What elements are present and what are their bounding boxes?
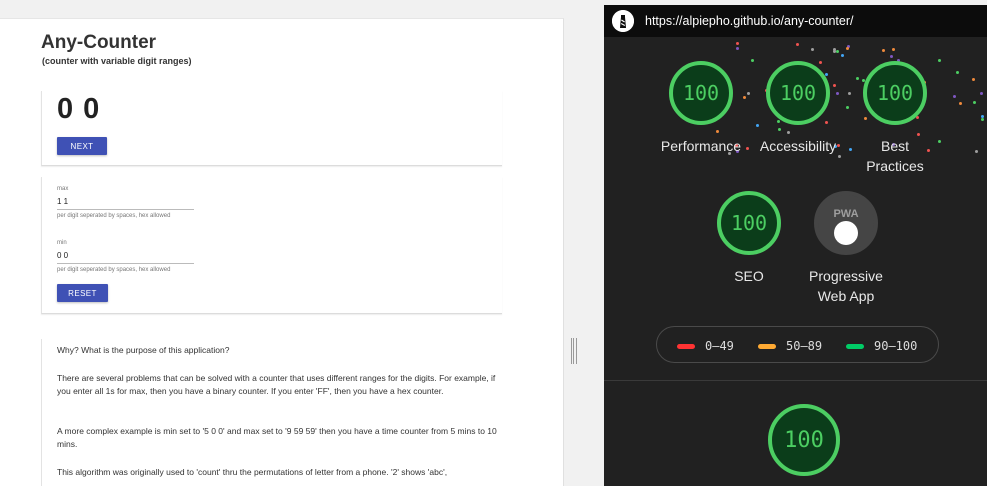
explanation-card: Why? What is the purpose of this applica… — [41, 339, 502, 486]
max-field-help: per digit seperated by spaces, hex allow… — [57, 213, 171, 219]
legend-fail-range: 0–49 — [705, 339, 734, 353]
paragraph: There are several problems that can be s… — [57, 373, 496, 396]
confetti-dot — [786, 130, 790, 134]
app-title: Any-Counter — [41, 32, 157, 53]
pane-resize-handle[interactable] — [571, 338, 577, 364]
url-bar: https://alpiepho.github.io/any-counter/ — [604, 5, 987, 37]
best-practices-label: Best Practices — [840, 136, 950, 176]
confetti-dot — [846, 106, 850, 110]
accessibility-label: Accessibility — [759, 138, 837, 154]
best-practices-gauge[interactable]: 100 — [863, 61, 927, 125]
max-field-underline — [57, 209, 194, 210]
min-field-label: min — [57, 240, 67, 246]
app-pane: Any-Counter (counter with variable digit… — [0, 18, 564, 486]
pwa-badge[interactable]: PWA — [814, 191, 878, 255]
max-field[interactable]: 1 1 — [57, 197, 68, 206]
range-form-card: max 1 1 per digit seperated by spaces, h… — [41, 177, 502, 314]
min-field-help: per digit seperated by spaces, hex allow… — [57, 267, 171, 273]
counter-value: 0 0 — [57, 93, 101, 125]
confetti-dot — [882, 49, 886, 53]
confetti-dot — [891, 48, 895, 52]
confetti-dot — [845, 46, 849, 50]
confetti-dot — [819, 61, 823, 65]
confetti-dot — [835, 49, 839, 53]
confetti-dot — [863, 117, 867, 121]
legend-average-range: 50–89 — [786, 339, 823, 353]
legend-fail-swatch — [677, 344, 695, 349]
confetti-dot — [835, 91, 839, 95]
app-subtitle: (counter with variable digit ranges) — [42, 56, 192, 66]
confetti-dot — [856, 76, 860, 80]
confetti-dot — [716, 129, 720, 133]
confetti-dot — [980, 92, 984, 96]
accessibility-gauge[interactable]: 100 — [766, 61, 830, 125]
confetti-dot — [832, 84, 836, 88]
reset-button[interactable]: RESET — [57, 284, 108, 302]
min-field[interactable]: 0 0 — [57, 251, 68, 260]
confetti-dot — [958, 102, 962, 106]
performance-label: Performance — [660, 138, 742, 154]
confetti-dot — [847, 91, 851, 95]
lighthouse-icon — [612, 10, 634, 32]
lighthouse-pane: https://alpiepho.github.io/any-counter/ … — [604, 5, 987, 486]
section-divider — [604, 380, 987, 381]
pwa-label-text: Progressive Web App — [809, 268, 883, 304]
pwa-label: Progressive Web App — [791, 266, 901, 306]
counter-card: 0 0 NEXT — [41, 91, 502, 166]
paragraph: Why? What is the purpose of this applica… — [57, 345, 230, 355]
confetti-dot — [955, 70, 959, 74]
confetti-dot — [796, 42, 800, 46]
confetti-dot — [971, 77, 975, 81]
max-field-label: max — [57, 186, 69, 192]
pwa-icon: PWA — [833, 208, 859, 245]
confetti-dot — [890, 55, 894, 59]
confetti-dot — [840, 54, 844, 57]
seo-gauge[interactable]: 100 — [717, 191, 781, 255]
confetti-dot — [755, 123, 759, 127]
overall-score-gauge[interactable]: 100 — [768, 404, 840, 476]
confetti-dot — [743, 96, 747, 100]
legend-average-swatch — [758, 344, 776, 349]
confetti-dot — [736, 47, 740, 51]
confetti-dot — [750, 58, 754, 62]
next-button[interactable]: NEXT — [57, 137, 107, 155]
seo-label: SEO — [734, 268, 764, 284]
confetti-dot — [938, 59, 942, 63]
confetti-dot — [952, 95, 956, 99]
confetti-dot — [825, 120, 829, 124]
performance-gauge[interactable]: 100 — [669, 61, 733, 125]
confetti-dot — [973, 100, 977, 104]
min-field-underline — [57, 263, 194, 264]
paragraph: This algorithm was originally used to 'c… — [57, 467, 448, 477]
paragraph: A more complex example is min set to '5 … — [57, 426, 497, 449]
score-legend: 0–49 50–89 90–100 — [656, 326, 939, 363]
pwa-text: PWA — [833, 208, 858, 220]
confetti-dot — [832, 48, 836, 52]
confetti-dot — [811, 48, 815, 52]
legend-pass-range: 90–100 — [874, 339, 918, 353]
confetti-dot — [777, 128, 781, 132]
best-practices-label-text: Best Practices — [866, 138, 924, 174]
confetti-dot — [981, 118, 985, 122]
legend-pass-swatch — [846, 344, 864, 349]
confetti-dot — [975, 150, 979, 154]
confetti-dot — [736, 41, 740, 45]
audited-url[interactable]: https://alpiepho.github.io/any-counter/ — [645, 14, 853, 28]
confetti-dot — [746, 92, 750, 96]
